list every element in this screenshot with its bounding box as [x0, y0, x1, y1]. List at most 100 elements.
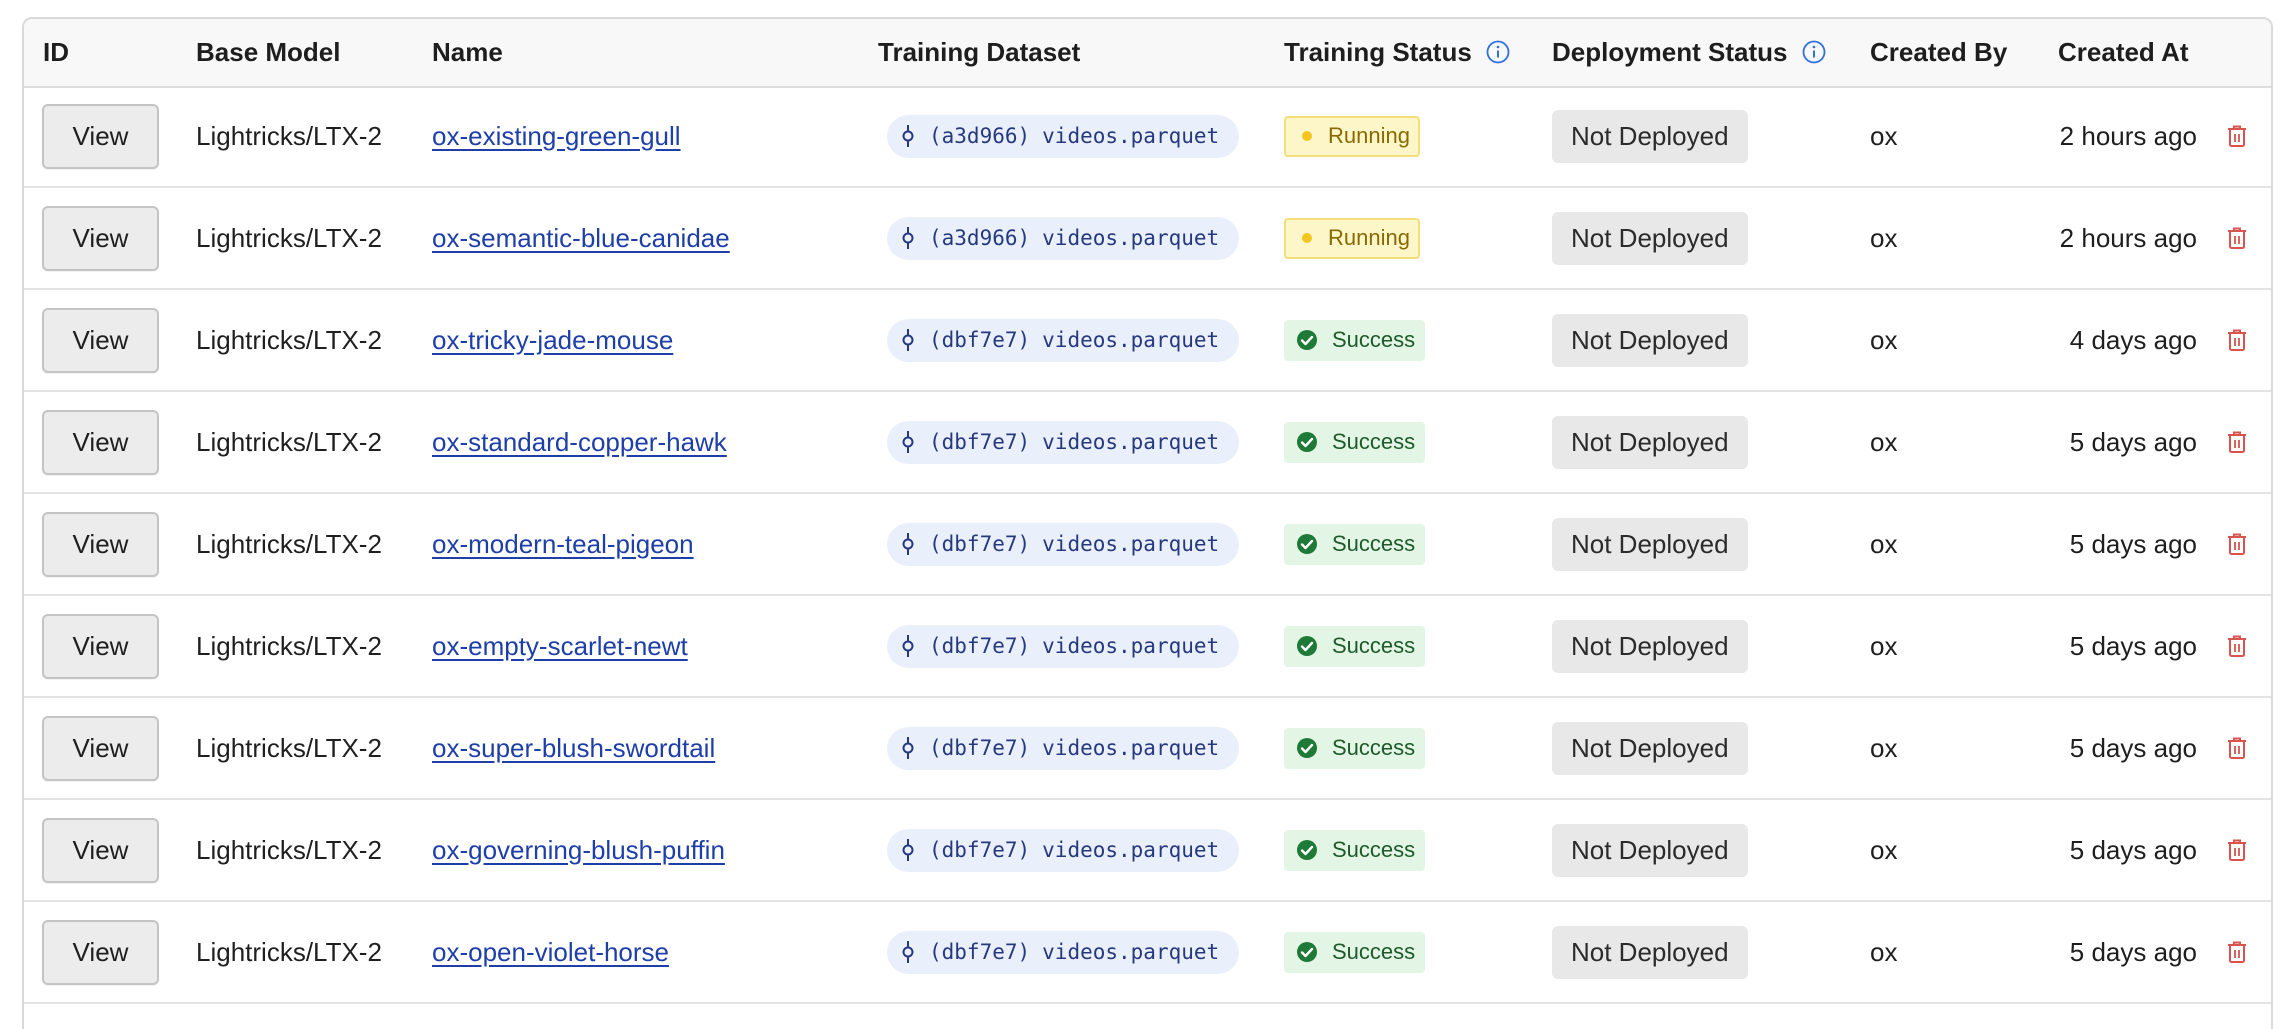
deployment-status-badge: Not Deployed — [1552, 721, 1748, 775]
table-row: View Lightricks/LTX-2 ox-open-violet-horse… — [24, 902, 2271, 1004]
job-name-link[interactable]: ox-existing-green-gull — [432, 121, 681, 152]
info-icon[interactable] — [1486, 40, 1510, 64]
header-base-model[interactable]: Base Model — [196, 19, 341, 86]
training-status-cell: Success — [1284, 596, 1426, 696]
table-row: View Lightricks/LTX-2 ox-standard-copper-h… — [24, 392, 2271, 494]
header-created-by[interactable]: Created By — [1870, 19, 2007, 86]
trash-icon[interactable] — [2226, 226, 2248, 250]
deployment-status-badge: Not Deployed — [1552, 925, 1748, 979]
job-name-link[interactable]: ox-governing-blush-puffin — [432, 835, 725, 866]
created-by: ox — [1870, 120, 1898, 151]
trash-icon[interactable] — [2226, 532, 2248, 556]
delete-button[interactable] — [2226, 494, 2248, 594]
view-button[interactable]: View — [42, 511, 159, 577]
trash-icon[interactable] — [2226, 634, 2248, 658]
training-jobs-table: ID Base Model Name Training Dataset Trai… — [22, 17, 2273, 1029]
git-commit-icon — [901, 737, 915, 759]
view-button[interactable]: View — [42, 613, 159, 679]
training-status-cell: Success — [1284, 290, 1426, 390]
view-button[interactable]: View — [42, 409, 159, 475]
view-cell: View — [42, 800, 159, 900]
dataset-pill[interactable]: (dbf7e7) videos.parquet — [887, 828, 1240, 872]
training-status-cell: Success — [1284, 800, 1426, 900]
job-name-link[interactable]: ox-open-violet-horse — [432, 937, 669, 968]
header-training-status[interactable]: Training Status — [1284, 19, 1472, 86]
dataset-pill[interactable]: (a3d966) videos.parquet — [887, 216, 1240, 260]
git-commit-icon — [901, 941, 915, 963]
header-created-at[interactable]: Created At — [2058, 19, 2189, 86]
delete-button[interactable] — [2226, 290, 2248, 390]
dataset-pill[interactable]: (dbf7e7) videos.parquet — [887, 930, 1240, 974]
info-icon[interactable] — [1802, 40, 1826, 64]
header-training-dataset[interactable]: Training Dataset — [878, 19, 1080, 86]
delete-button[interactable] — [2226, 698, 2248, 798]
training-status-badge: Success — [1284, 829, 1426, 871]
git-commit-icon — [901, 125, 915, 147]
deployment-status-cell: Not Deployed — [1552, 188, 1748, 288]
trash-icon[interactable] — [2226, 838, 2248, 862]
training-status-cell: Success — [1284, 494, 1426, 594]
trash-icon[interactable] — [2226, 736, 2248, 760]
name-cell: ox-standard-copper-hawk — [432, 392, 727, 492]
trash-icon[interactable] — [2226, 124, 2248, 148]
trash-icon[interactable] — [2226, 430, 2248, 454]
deployment-status-cell: Not Deployed — [1552, 698, 1748, 798]
dataset-hash: (dbf7e7) — [929, 838, 1031, 862]
view-button[interactable]: View — [42, 919, 159, 985]
check-circle-icon — [1296, 329, 1318, 351]
base-model: Lightricks/LTX-2 — [196, 426, 382, 457]
dataset-pill[interactable]: (dbf7e7) videos.parquet — [887, 420, 1240, 464]
trash-icon[interactable] — [2226, 328, 2248, 352]
git-commit-icon — [901, 431, 915, 453]
job-name-link[interactable]: ox-semantic-blue-canidae — [432, 223, 730, 254]
delete-button[interactable] — [2226, 596, 2248, 696]
dataset-hash: (dbf7e7) — [929, 532, 1031, 556]
header-name[interactable]: Name — [432, 19, 503, 86]
delete-button[interactable] — [2226, 902, 2248, 1002]
trash-icon[interactable] — [2226, 940, 2248, 964]
training-status-cell: Success — [1284, 902, 1426, 1002]
deployment-status-badge: Not Deployed — [1552, 415, 1748, 469]
job-name-link[interactable]: ox-super-blush-swordtail — [432, 733, 715, 764]
view-button[interactable]: View — [42, 205, 159, 271]
deployment-status-cell: Not Deployed — [1552, 494, 1748, 594]
table-row: View Lightricks/LTX-2 ox-existing-green-gu… — [24, 86, 2271, 188]
deployment-status-badge: Not Deployed — [1552, 619, 1748, 673]
view-button[interactable]: View — [42, 817, 159, 883]
delete-button[interactable] — [2226, 392, 2248, 492]
dataset-cell: (a3d966) videos.parquet — [887, 188, 1240, 288]
created-at: 5 days ago — [2069, 528, 2197, 559]
view-cell: View — [42, 188, 159, 288]
dataset-file: videos.parquet — [1042, 940, 1220, 964]
created-at: 5 days ago — [2069, 732, 2197, 763]
dataset-hash: (dbf7e7) — [929, 430, 1031, 454]
view-button[interactable]: View — [42, 715, 159, 781]
view-cell: View — [42, 596, 159, 696]
dataset-pill[interactable]: (dbf7e7) videos.parquet — [887, 318, 1240, 362]
header-id[interactable]: ID — [43, 19, 69, 86]
job-name-link[interactable]: ox-tricky-jade-mouse — [432, 325, 673, 356]
training-status-label: Running — [1328, 225, 1410, 250]
header-deployment-status[interactable]: Deployment Status — [1552, 19, 1788, 86]
dataset-pill[interactable]: (dbf7e7) videos.parquet — [887, 624, 1240, 668]
job-name-link[interactable]: ox-standard-copper-hawk — [432, 427, 727, 458]
dataset-hash: (dbf7e7) — [929, 940, 1031, 964]
delete-button[interactable] — [2226, 188, 2248, 288]
delete-button[interactable] — [2226, 800, 2248, 900]
dataset-pill[interactable]: (dbf7e7) videos.parquet — [887, 522, 1240, 566]
created-at: 5 days ago — [2069, 936, 2197, 967]
check-circle-icon — [1296, 737, 1318, 759]
base-model: Lightricks/LTX-2 — [196, 834, 382, 865]
dataset-pill[interactable]: (dbf7e7) videos.parquet — [887, 726, 1240, 770]
dataset-pill[interactable]: (a3d966) videos.parquet — [887, 114, 1240, 158]
delete-button[interactable] — [2226, 86, 2248, 186]
created-at: 2 hours ago — [2059, 222, 2197, 253]
view-button[interactable]: View — [42, 103, 159, 169]
job-name-link[interactable]: ox-modern-teal-pigeon — [432, 529, 694, 560]
job-name-link[interactable]: ox-empty-scarlet-newt — [432, 631, 688, 662]
dataset-cell: (dbf7e7) videos.parquet — [887, 392, 1240, 492]
view-button[interactable]: View — [42, 307, 159, 373]
base-model: Lightricks/LTX-2 — [196, 630, 382, 661]
created-at: 5 days ago — [2069, 834, 2197, 865]
training-status-badge: Success — [1284, 625, 1426, 667]
